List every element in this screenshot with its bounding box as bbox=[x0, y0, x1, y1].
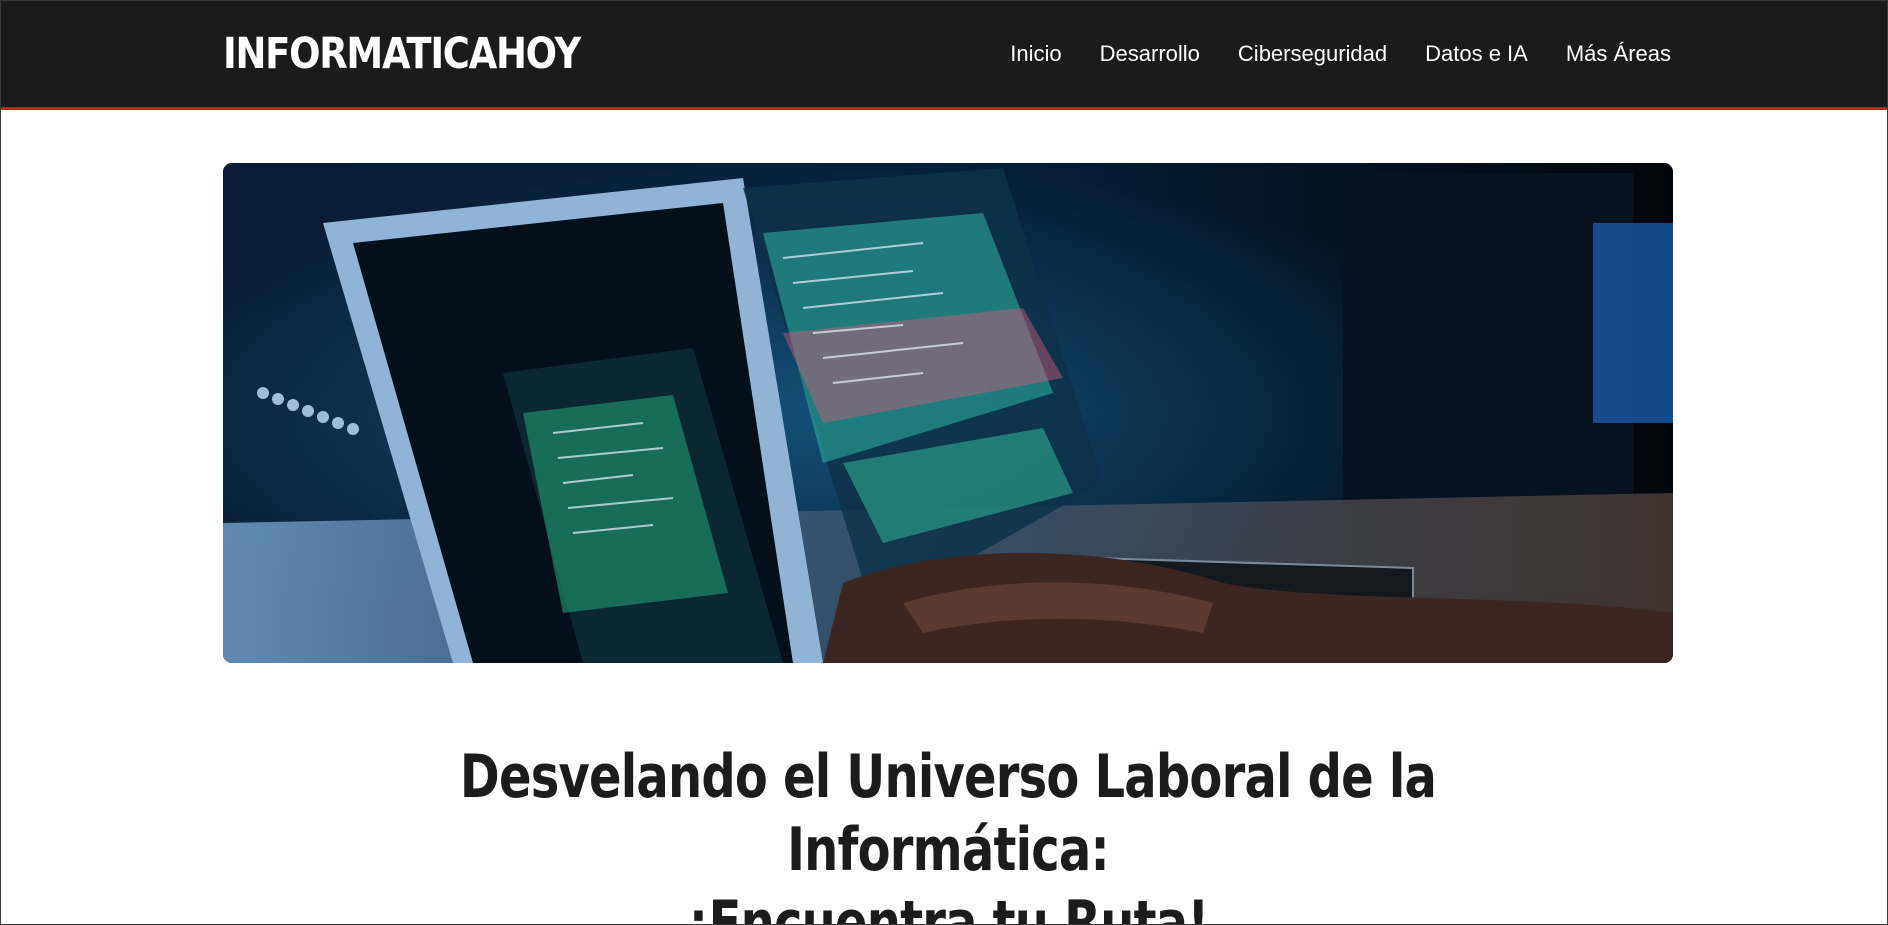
site-logo[interactable]: INFORMATICAHOY bbox=[223, 29, 581, 79]
hero-image bbox=[223, 163, 1673, 663]
nav-link-mas-areas[interactable]: Más Áreas bbox=[1566, 41, 1671, 66]
nav-item-mas-areas: Más Áreas bbox=[1566, 41, 1671, 67]
laptop-code-illustration bbox=[223, 163, 1673, 663]
site-header: INFORMATICAHOY Inicio Desarrollo Ciberse… bbox=[1, 1, 1887, 110]
nav-item-ciberseguridad: Ciberseguridad bbox=[1238, 41, 1387, 67]
nav-item-datos-ia: Datos e IA bbox=[1425, 41, 1528, 67]
nav-link-datos-ia[interactable]: Datos e IA bbox=[1425, 41, 1528, 66]
article-title-line-2: ¡Encuentra tu Ruta! bbox=[687, 888, 1210, 925]
nav-link-ciberseguridad[interactable]: Ciberseguridad bbox=[1238, 41, 1387, 66]
nav-item-inicio: Inicio bbox=[1010, 41, 1061, 67]
nav-item-desarrollo: Desarrollo bbox=[1100, 41, 1200, 67]
browser-viewport: INFORMATICAHOY Inicio Desarrollo Ciberse… bbox=[0, 0, 1888, 925]
article-title-line-1: Desvelando el Universo Laboral de la Inf… bbox=[459, 742, 1437, 885]
main-navigation: Inicio Desarrollo Ciberseguridad Datos e… bbox=[1010, 41, 1671, 67]
nav-link-inicio[interactable]: Inicio bbox=[1010, 41, 1061, 66]
nav-link-desarrollo[interactable]: Desarrollo bbox=[1100, 41, 1200, 66]
article-title: Desvelando el Universo Laboral de la Inf… bbox=[223, 741, 1673, 925]
